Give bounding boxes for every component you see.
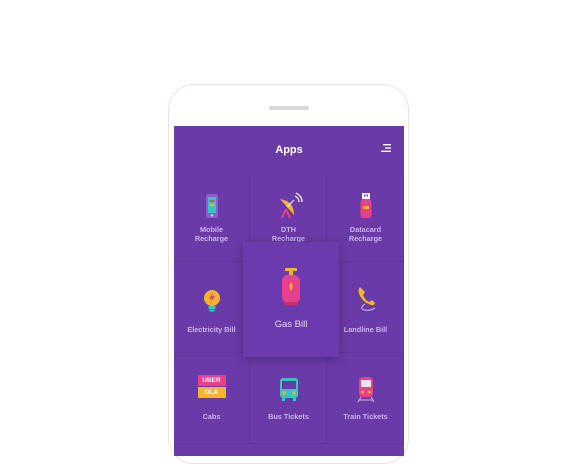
app-label: Landline Bill (343, 325, 388, 334)
gas-bill-card-highlighted[interactable]: Gas Bill (243, 242, 339, 357)
app-tile-mobile-recharge[interactable]: Mobile Recharge (174, 171, 250, 262)
app-label: Train Tickets (343, 412, 388, 421)
train-icon (356, 377, 375, 403)
app-label: Datacard (349, 225, 382, 234)
satellite-dish-icon (279, 192, 303, 219)
app-label: Gas Bill (274, 319, 308, 330)
app-tile-landline-bill[interactable]: Landline Bill (328, 262, 404, 353)
lightbulb-icon (203, 290, 220, 312)
app-tile-bus-tickets[interactable]: Bus Tickets (251, 353, 327, 444)
gas-cylinder-icon (282, 268, 300, 305)
app-tile-cabs[interactable]: UBER OLA Cabs (174, 353, 250, 444)
app-label: Cabs (202, 412, 221, 421)
page-title: Apps (275, 144, 303, 156)
app-label: Electricity Bill (187, 325, 236, 334)
telephone-icon (358, 287, 375, 311)
app-label-line2: Recharge (348, 234, 383, 243)
usb-datacard-icon (360, 193, 371, 218)
ola-badge: OLA (197, 387, 226, 398)
app-header: Apps (174, 126, 404, 171)
cabs-icon: UBER OLA (197, 375, 226, 399)
phone-speaker (269, 106, 309, 110)
phone-frame: Apps Mobile Recharge DTH Recharge Dataca… (168, 84, 409, 464)
app-label: Mobile (199, 225, 224, 234)
bus-icon (279, 378, 298, 401)
app-label: Bus Tickets (268, 412, 309, 421)
app-label: DTH (281, 225, 296, 234)
app-tile-electricity-bill[interactable]: Electricity Bill (174, 262, 250, 353)
mobile-phone-icon (205, 194, 218, 218)
app-screen: Apps Mobile Recharge DTH Recharge Dataca… (174, 126, 404, 456)
uber-badge: UBER (197, 375, 226, 386)
menu-icon[interactable] (381, 143, 391, 153)
app-tile-datacard-recharge[interactable]: Datacard Recharge (328, 171, 404, 262)
app-tile-train-tickets[interactable]: Train Tickets (328, 353, 404, 444)
app-label-line2: Recharge (194, 234, 229, 243)
